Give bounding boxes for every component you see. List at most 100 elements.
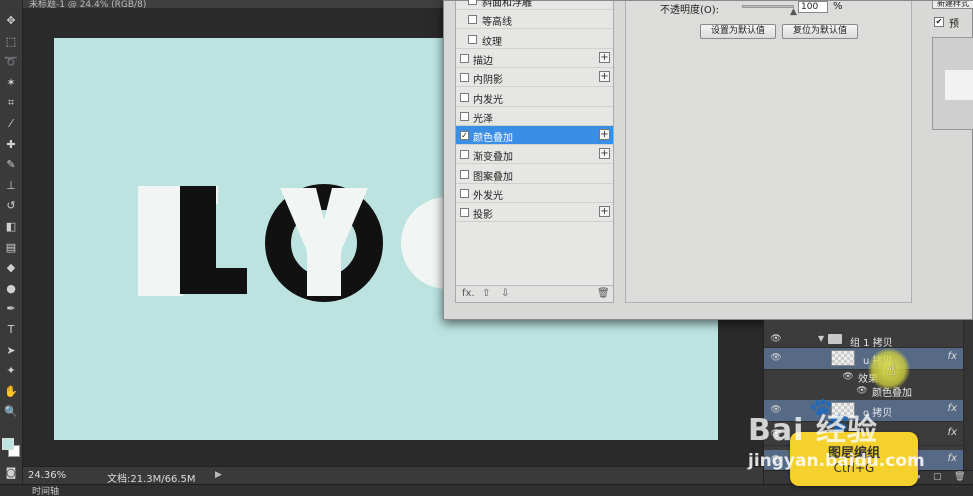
style-checkbox[interactable]: ✓ (460, 131, 469, 141)
layer-thumbnail[interactable] (831, 350, 855, 366)
opacity-slider[interactable]: ▲ (742, 5, 797, 17)
reset-default-button[interactable]: 复位为默认值 (782, 24, 858, 39)
trash-icon[interactable]: 🗑 (954, 472, 965, 482)
style-item[interactable]: 外发光 (456, 184, 613, 203)
document-tab[interactable]: 未标题-1 @ 24.4% (RGB/8) (23, 0, 443, 8)
set-default-button[interactable]: 设置为默认值 (700, 24, 776, 39)
style-checkbox[interactable] (460, 92, 469, 102)
visibility-eye-icon[interactable]: 👁 (842, 371, 854, 383)
layer-thumbnail[interactable] (831, 402, 855, 418)
style-checkbox[interactable] (460, 111, 469, 121)
style-item[interactable]: 等高线 (456, 10, 613, 30)
fx-icon[interactable]: fx. (462, 288, 475, 299)
add-style-instance-icon[interactable]: + (599, 148, 610, 160)
style-item-label: 内发光 (473, 94, 503, 106)
trash-icon[interactable]: 🗑 (597, 288, 610, 299)
add-style-instance-icon[interactable]: + (599, 71, 610, 83)
style-item[interactable]: 内阴影 + (456, 68, 613, 88)
layer-row-layer[interactable]: 👁 o 拷贝 fx (764, 400, 963, 422)
style-item-label: 外发光 (473, 191, 503, 202)
style-item[interactable]: 渐变叠加 + (456, 145, 613, 165)
visibility-eye-icon[interactable]: 👁 (770, 454, 782, 466)
layer-effects-fx-icon[interactable]: fx (948, 427, 957, 438)
style-checkbox[interactable] (460, 189, 469, 198)
move-up-icon[interactable]: ⇧ (482, 288, 490, 299)
eyedropper-icon[interactable]: ⁄ (2, 115, 20, 133)
opacity-unit: % (833, 1, 843, 12)
new-style-button[interactable]: 新建样式 (932, 1, 973, 9)
logo-letter-l-foot (180, 268, 247, 294)
style-item-label: 等高线 (482, 17, 512, 29)
visibility-eye-icon[interactable]: 👁 (856, 385, 868, 397)
style-item-label: 渐变叠加 (473, 152, 513, 164)
quick-mask-icon[interactable]: ◙ (2, 464, 20, 482)
dodge-icon[interactable]: ● (2, 280, 20, 298)
slider-thumb-icon[interactable]: ▲ (790, 7, 797, 17)
brush-icon[interactable]: ✎ (2, 156, 20, 174)
layer-row-layer[interactable]: 👁u 拷贝fx (764, 348, 963, 370)
visibility-eye-icon[interactable]: 👁 (770, 428, 782, 440)
group-expand-chevron-icon[interactable]: ▼ (818, 334, 824, 343)
style-checkbox[interactable] (468, 34, 477, 44)
gradient-icon[interactable]: ▤ (2, 239, 20, 257)
layers-scrollbar[interactable] (963, 320, 973, 470)
add-style-instance-icon[interactable]: + (599, 51, 610, 63)
layer-row-effects[interactable]: 👁 效果 (764, 370, 963, 385)
hand-icon[interactable]: ✋ (2, 383, 20, 401)
preview-inner-swatch (945, 70, 973, 100)
visibility-eye-icon[interactable]: 👁 (770, 333, 782, 345)
path-select-icon[interactable]: ➤ (2, 342, 20, 360)
style-item[interactable]: 图案叠加 (456, 165, 613, 184)
magic-wand-icon[interactable]: ✶ (2, 74, 20, 92)
add-style-instance-icon[interactable]: + (599, 129, 610, 141)
opacity-input[interactable]: 100 (798, 1, 828, 13)
blur-icon[interactable]: ◆ (2, 259, 20, 277)
style-item-label: 光泽 (473, 113, 493, 125)
pen-icon[interactable]: ✒ (2, 300, 20, 318)
timeline-tab[interactable]: 时间轴 (32, 484, 59, 496)
preview-label: 预 (949, 19, 959, 30)
move-icon[interactable]: ✥ (2, 12, 20, 30)
type-icon[interactable]: T (2, 321, 20, 339)
stamp-icon[interactable]: ⊥ (2, 177, 20, 195)
visibility-eye-icon[interactable]: 👁 (770, 404, 782, 416)
layer-effects-fx-icon[interactable]: fx (948, 403, 957, 414)
foreground-color-swatch[interactable] (2, 438, 14, 450)
healing-brush-icon[interactable]: ✚ (2, 136, 20, 154)
dialog-right-column: 新建样式 ✔ 预 (924, 1, 973, 319)
move-down-icon[interactable]: ⇩ (501, 288, 509, 299)
style-item[interactable]: 斜面和浮雕 (456, 0, 613, 10)
lasso-icon[interactable]: ➰ (2, 53, 20, 71)
style-item[interactable]: 光泽 (456, 107, 613, 126)
style-checkbox[interactable] (460, 73, 469, 83)
layer-row-group[interactable]: 👁 ▼ 组 1 拷贝 (764, 330, 963, 349)
style-checkbox[interactable] (468, 15, 477, 25)
style-checkbox[interactable] (460, 150, 469, 160)
layer-effects-fx-icon[interactable]: fx (948, 453, 957, 464)
preview-checkbox[interactable]: ✔ (934, 17, 944, 27)
status-menu-arrow-icon[interactable]: ▶ (215, 470, 222, 480)
shape-icon[interactable]: ✦ (2, 362, 20, 380)
style-item[interactable]: 描边 + (456, 49, 613, 68)
style-checkbox[interactable] (460, 208, 469, 218)
style-item[interactable]: 投影 + (456, 203, 613, 223)
style-checkbox[interactable] (460, 169, 469, 179)
layer-effects-fx-icon[interactable]: fx (948, 351, 957, 362)
new-layer-icon[interactable]: ▢ (933, 472, 942, 482)
style-item[interactable]: 纹理 (456, 30, 613, 49)
history-brush-icon[interactable]: ↺ (2, 197, 20, 215)
marquee-icon[interactable]: ⬚ (2, 33, 20, 51)
style-item[interactable]: ✓ 颜色叠加 + (456, 126, 613, 146)
zoom-level[interactable]: 24.36% (28, 470, 66, 481)
style-options-panel: 不透明度(O): ▲ 100 % 设置为默认值 复位为默认值 (625, 1, 912, 303)
crop-icon[interactable]: ⌗ (2, 94, 20, 112)
style-item-label: 投影 (473, 210, 493, 222)
layer-row-effect[interactable]: 👁 颜色叠加 (764, 384, 963, 399)
visibility-eye-icon[interactable]: 👁 (770, 352, 782, 364)
zoom-icon[interactable]: 🔍 (2, 403, 20, 421)
add-style-instance-icon[interactable]: + (599, 206, 610, 218)
eraser-icon[interactable]: ◧ (2, 218, 20, 236)
style-item[interactable]: 内发光 (456, 88, 613, 107)
style-checkbox[interactable] (468, 0, 477, 5)
style-checkbox[interactable] (460, 53, 469, 63)
